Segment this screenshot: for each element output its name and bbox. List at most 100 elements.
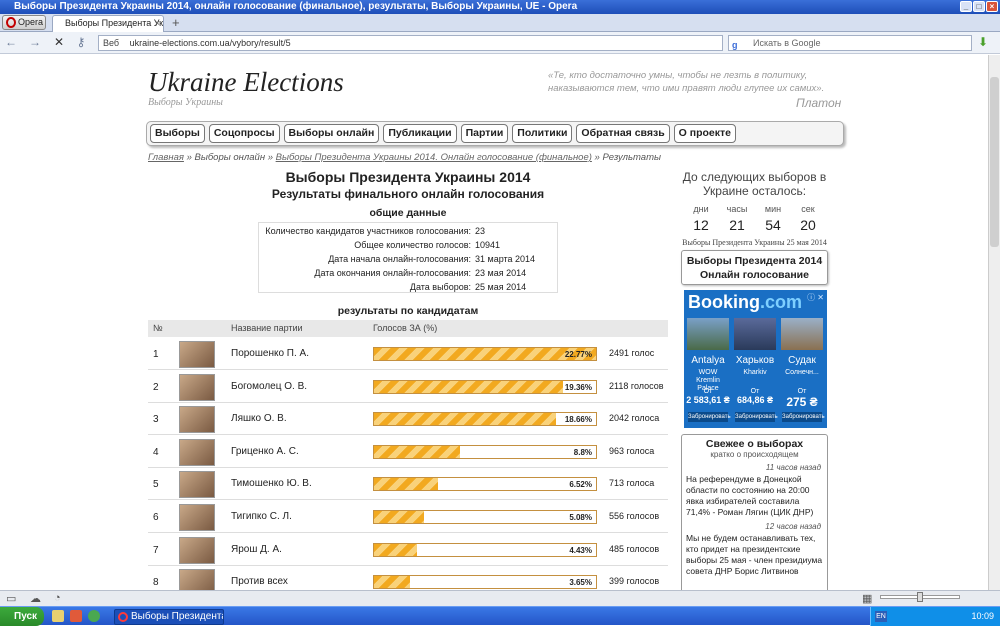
close-button[interactable]: ×	[986, 1, 998, 12]
nav-feedback[interactable]: Обратная связь	[576, 124, 670, 143]
vote-bar-fill	[374, 576, 410, 589]
candidate-photo[interactable]	[179, 438, 215, 466]
candidate-photo[interactable]	[179, 569, 215, 590]
candidate-name[interactable]: Богомолец О. В.	[231, 381, 307, 392]
search-input[interactable]: g Искать в Google	[728, 35, 972, 51]
header-votes: Голосов ЗА (%)	[373, 323, 438, 333]
main-navigation: Выборы Соцопросы Выборы онлайн Публикаци…	[146, 121, 844, 146]
system-tray: EN 10:09	[870, 607, 1000, 626]
browser-tab[interactable]: Выборы Президента Ук... ×	[52, 15, 164, 32]
site-logo-subtitle: Выборы Украины	[148, 97, 223, 108]
countdown-unit: сек	[801, 204, 815, 214]
breadcrumb-vote[interactable]: Выборы Президента Украины 2014. Онлайн г…	[276, 152, 592, 163]
row-number: 1	[153, 349, 159, 360]
ad-price: От 2 583,61 ₴	[686, 388, 730, 405]
ad-price-value: 2 583,61 ₴	[686, 395, 730, 405]
candidate-photo[interactable]	[179, 373, 215, 401]
nav-elections[interactable]: Выборы	[150, 124, 205, 143]
candidate-name[interactable]: Гриценко А. С.	[231, 446, 299, 457]
quicklaunch-icon[interactable]	[52, 610, 64, 622]
windows-taskbar: Пуск Выборы Президента... EN 10:09	[0, 606, 1000, 626]
news-box: Свежее о выборах кратко о происходящем 1…	[681, 434, 828, 590]
online-vote-link[interactable]: Выборы Президента 2014 Онлайн голосовани…	[681, 250, 828, 285]
nav-politicians[interactable]: Политики	[512, 124, 573, 143]
breadcrumb-home[interactable]: Главная	[148, 152, 184, 163]
news-text[interactable]: Мы не будем останавливать тех, кто приде…	[682, 531, 827, 577]
url-field[interactable]: Веб ukraine-elections.com.ua/vybory/resu…	[98, 35, 723, 51]
address-toolbar: ← → ✕ ⚷ Веб ukraine-elections.com.ua/vyb…	[0, 32, 1000, 54]
ad-photo	[781, 318, 823, 350]
news-text[interactable]: На референдуме в Донецкой области по сос…	[682, 472, 827, 518]
ad-book-button[interactable]: Забронировать	[688, 412, 731, 422]
opera-menu-button[interactable]: Opera	[2, 15, 46, 30]
booking-ad[interactable]: Booking.com ⓘ ✕ Antalya Харьков Судак WO…	[684, 290, 827, 428]
nav-parties[interactable]: Партии	[460, 124, 509, 143]
ad-price-value: 684,86 ₴	[736, 395, 774, 405]
tab-close-icon[interactable]: ×	[155, 16, 160, 31]
zoom-slider[interactable]	[880, 592, 960, 602]
candidate-name[interactable]: Ляшко О. В.	[231, 413, 287, 424]
ad-close-icon[interactable]: ⓘ ✕	[807, 292, 824, 303]
ad-book-button[interactable]: Забронировать	[782, 412, 825, 422]
ad-price-prefix: От	[750, 388, 760, 395]
table-row: 6 Тигипко С. Л. 5.08% 556 голосов	[148, 501, 668, 533]
key-icon[interactable]: ⚷	[74, 35, 88, 49]
breadcrumb-sep: »	[267, 152, 273, 163]
vote-bar-fill	[374, 348, 596, 360]
stop-icon[interactable]: ✕	[52, 35, 66, 49]
web-page: Ukraine Elections Выборы Украины «Те, кт…	[0, 55, 988, 590]
ad-book-button[interactable]: Забронировать	[735, 412, 778, 422]
breadcrumb-online[interactable]: Выборы онлайн	[195, 152, 266, 163]
chrome-icon[interactable]	[88, 610, 100, 622]
nav-publications[interactable]: Публикации	[383, 124, 457, 143]
candidate-name[interactable]: Тигипко С. Л.	[231, 511, 292, 522]
vote-percent: 22.77%	[564, 350, 592, 359]
nav-online-elections[interactable]: Выборы онлайн	[283, 124, 380, 143]
turbo-icon[interactable]: ◔	[54, 592, 61, 604]
language-indicator[interactable]: EN	[875, 611, 887, 622]
countdown-value: 54	[765, 217, 781, 233]
ad-price: От 275 ₴	[780, 388, 824, 409]
taskbar-item-label: Выборы Президента...	[131, 611, 223, 622]
candidate-name[interactable]: Ярош Д. А.	[231, 544, 282, 555]
countdown-seconds: сек 20	[789, 204, 827, 233]
candidate-photo[interactable]	[179, 471, 215, 499]
breadcrumb: Главная » Выборы онлайн » Выборы Президе…	[148, 152, 661, 163]
scrollbar-thumb[interactable]	[990, 77, 999, 247]
vote-bar-fill	[374, 380, 563, 393]
candidate-name[interactable]: Тимошенко Ю. В.	[231, 478, 312, 489]
quicklaunch-icon[interactable]	[70, 610, 82, 622]
results-header: № Название партии Голосов ЗА (%)	[148, 320, 668, 337]
vote-bar: 19.36%	[373, 379, 597, 394]
zoom-knob[interactable]	[917, 592, 923, 602]
taskbar-item-opera[interactable]: Выборы Президента...	[114, 609, 224, 625]
new-tab-button[interactable]: +	[172, 15, 180, 30]
ad-photo	[734, 318, 776, 350]
site-logo[interactable]: Ukraine Elections	[148, 67, 344, 98]
candidate-name[interactable]: Против всех	[231, 576, 288, 587]
candidate-photo[interactable]	[179, 406, 215, 434]
vote-bar: 3.65%	[373, 575, 597, 590]
vote-count: 485 голосов	[609, 543, 660, 554]
candidate-photo[interactable]	[179, 341, 215, 368]
download-icon[interactable]: ⬇	[978, 35, 988, 49]
breadcrumb-sep: »	[594, 152, 600, 163]
candidate-photo[interactable]	[179, 504, 215, 531]
ad-brand: Booking.com	[688, 292, 802, 313]
panel-icon[interactable]: ▭	[6, 592, 16, 605]
minimize-button[interactable]: _	[960, 1, 972, 12]
start-button[interactable]: Пуск	[0, 607, 44, 626]
back-icon[interactable]: ←	[4, 35, 18, 49]
nav-polls[interactable]: Соцопросы	[208, 124, 280, 143]
vote-percent: 8.8%	[573, 447, 592, 457]
window-controls: _ □ ×	[960, 1, 998, 12]
vote-bar: 8.8%	[373, 444, 597, 459]
cloud-icon[interactable]: ☁	[30, 592, 41, 605]
vertical-scrollbar[interactable]	[988, 55, 1000, 590]
nav-about[interactable]: О проекте	[673, 124, 736, 143]
candidate-name[interactable]: Порошенко П. А.	[231, 348, 309, 359]
maximize-button[interactable]: □	[973, 1, 985, 12]
view-icon[interactable]: ▦	[862, 592, 872, 605]
candidate-photo[interactable]	[179, 536, 215, 564]
forward-icon[interactable]: →	[28, 35, 42, 49]
